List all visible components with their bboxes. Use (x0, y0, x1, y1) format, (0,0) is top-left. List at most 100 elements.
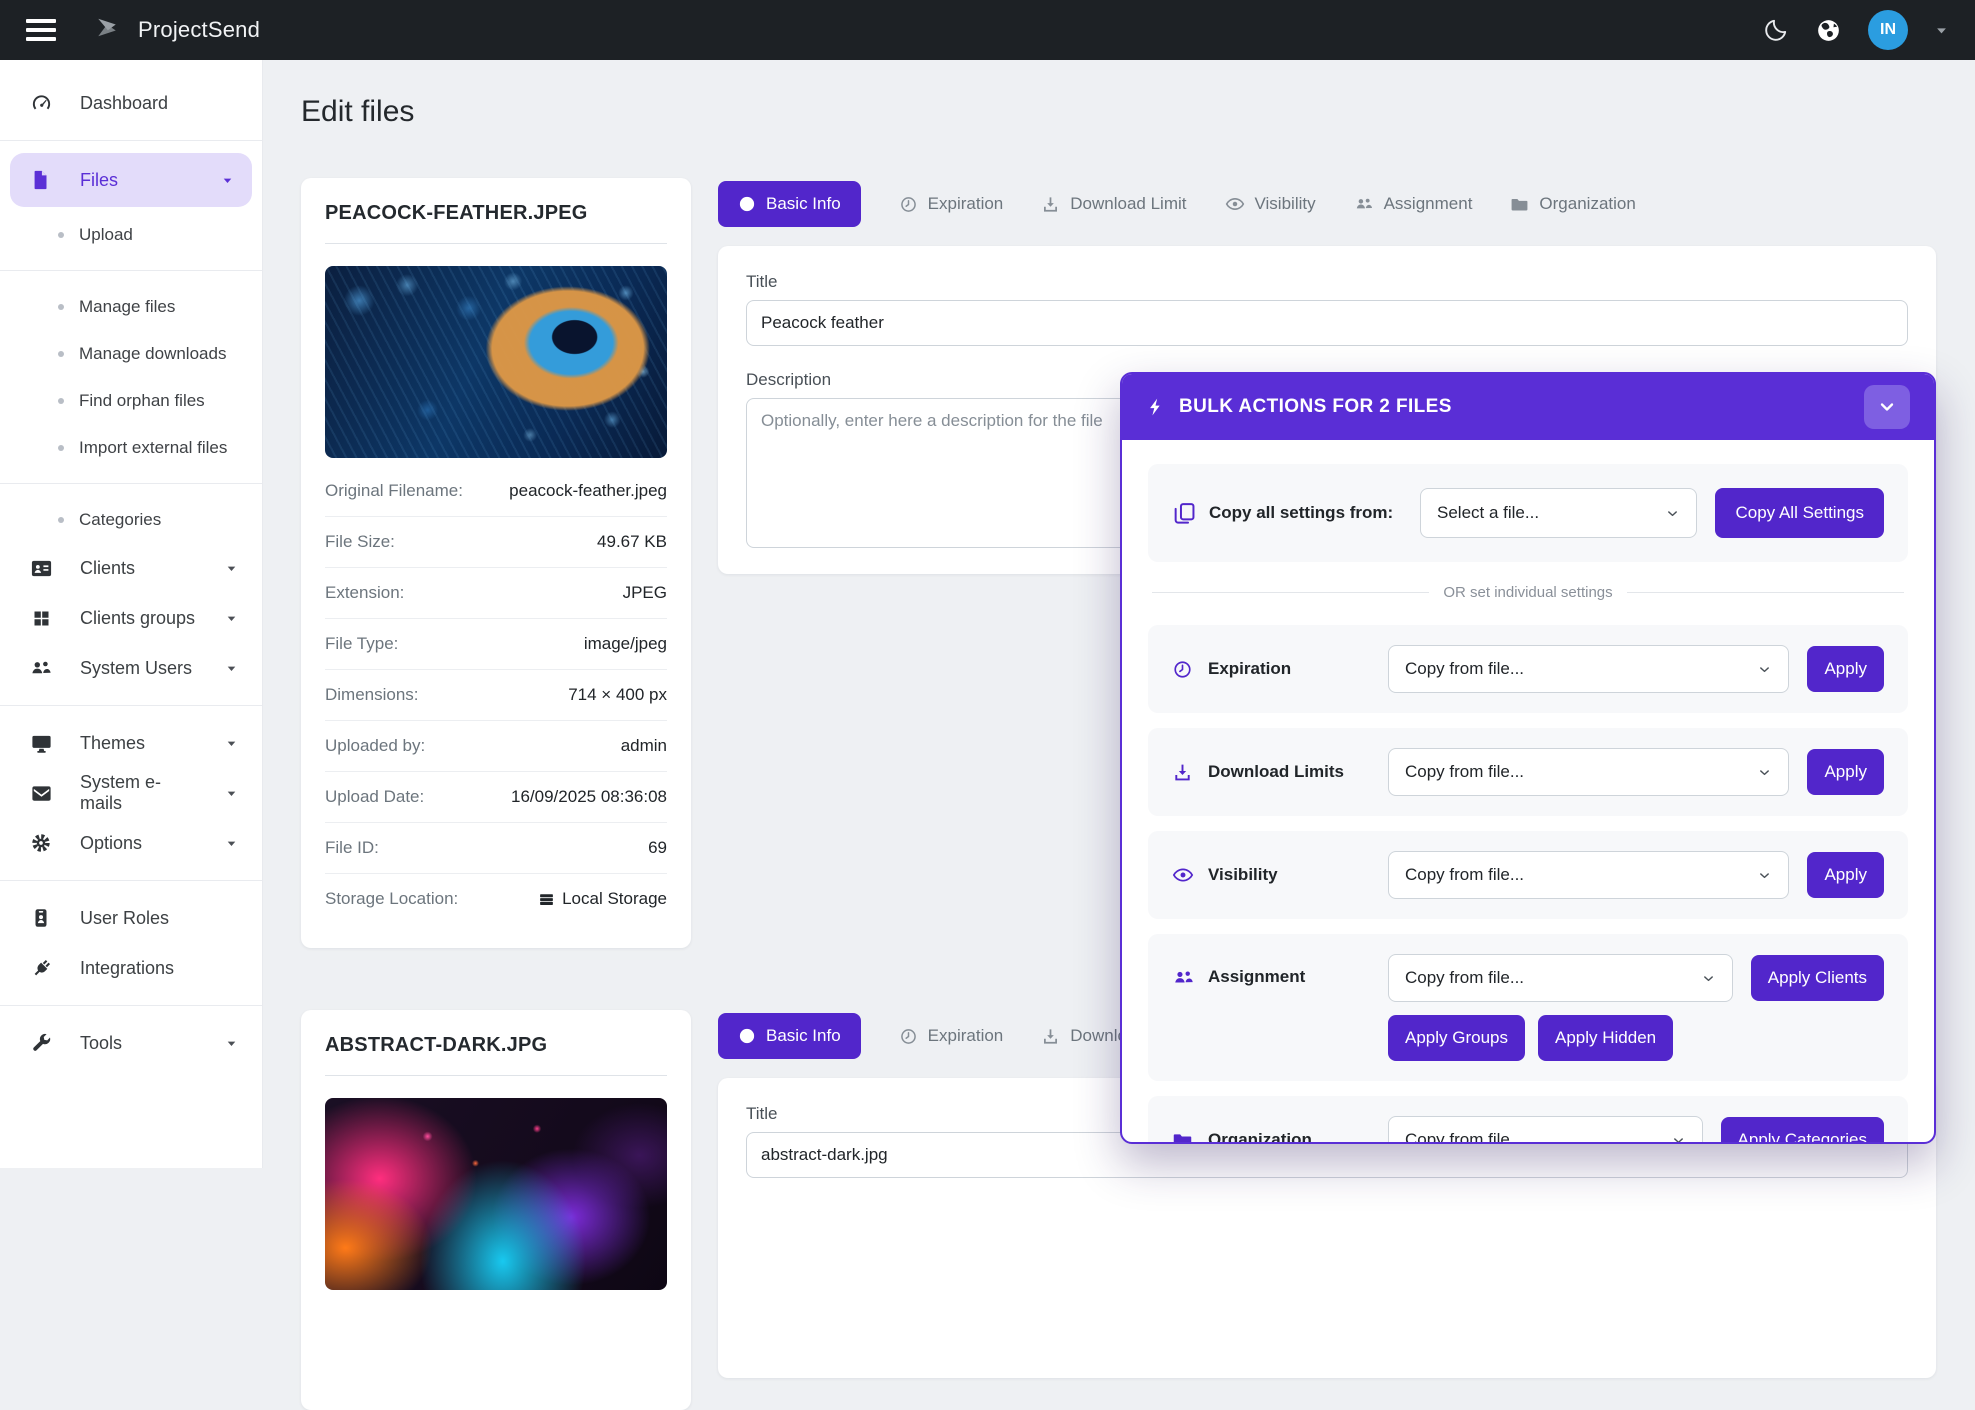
sidebar-divider (0, 270, 262, 271)
caret-down-icon (225, 612, 238, 625)
apply-visibility-button[interactable]: Apply (1807, 852, 1884, 898)
tab-visibility[interactable]: Visibility (1225, 194, 1316, 214)
caret-down-icon (225, 662, 238, 675)
tab-expiration[interactable]: Expiration (899, 1026, 1004, 1046)
sidebar-item-manage-files[interactable]: Manage files (0, 283, 262, 330)
title-input[interactable] (746, 300, 1908, 346)
file-metadata: Original Filename:peacock-feather.jpeg F… (325, 466, 667, 924)
meta-value: 49.67 KB (597, 532, 667, 552)
bulk-row-download-limits: Download Limits Copy from file... Apply (1148, 728, 1908, 816)
apply-hidden-button[interactable]: Apply Hidden (1538, 1015, 1673, 1061)
sidebar-item-tools[interactable]: Tools (0, 1018, 262, 1068)
sidebar-item-user-roles[interactable]: User Roles (0, 893, 262, 943)
sidebar-item-import-external-files[interactable]: Import external files (0, 424, 262, 471)
sidebar-item-files[interactable]: Files (10, 153, 252, 207)
tab-basic-info[interactable]: Basic Info (718, 181, 861, 227)
sidebar-item-upload[interactable]: Upload (0, 211, 262, 258)
meta-label: Uploaded by: (325, 736, 425, 756)
bulk-row-assignment: Assignment Copy from file... Apply Clien… (1148, 934, 1908, 1081)
sidebar-item-clients[interactable]: Clients (0, 543, 262, 593)
collapse-panel-button[interactable] (1864, 385, 1910, 429)
sidebar-item-label: Find orphan files (79, 391, 205, 411)
meta-label: File Size: (325, 532, 395, 552)
sidebar-item-categories[interactable]: Categories (0, 496, 262, 543)
file-icon (28, 169, 54, 191)
bulk-actions-header: BULK ACTIONS FOR 2 FILES (1122, 374, 1934, 440)
meta-label: File Type: (325, 634, 398, 654)
clock-icon (899, 1027, 918, 1046)
dark-mode-moon-icon[interactable] (1762, 17, 1789, 44)
visibility-copy-from-file-dropdown[interactable]: Copy from file... (1388, 851, 1789, 899)
meta-row: Uploaded by: admin (325, 721, 667, 772)
download-icon (1172, 762, 1196, 783)
sidebar-item-label: Integrations (80, 958, 174, 979)
gear-icon (28, 832, 54, 854)
chevron-down-icon (1757, 868, 1772, 883)
organization-copy-from-file-dropdown[interactable]: Copy from file... (1388, 1116, 1703, 1144)
user-avatar[interactable]: IN (1868, 10, 1908, 50)
sidebar-item-themes[interactable]: Themes (0, 718, 262, 768)
select-value: Copy from file... (1405, 762, 1524, 782)
eye-icon (1225, 194, 1245, 214)
file-thumbnail-peacock (325, 266, 667, 458)
sidebar-item-find-orphan-files[interactable]: Find orphan files (0, 377, 262, 424)
clock-icon (899, 195, 918, 214)
apply-expiration-button[interactable]: Apply (1807, 646, 1884, 692)
tab-expiration[interactable]: Expiration (899, 194, 1004, 214)
expiration-copy-from-file-dropdown[interactable]: Copy from file... (1388, 645, 1789, 693)
sidebar-item-manage-downloads[interactable]: Manage downloads (0, 330, 262, 377)
sidebar-item-label: Files (80, 170, 118, 191)
copy-all-settings-label-text: Copy all settings from: (1209, 502, 1393, 524)
sidebar-item-options[interactable]: Options (0, 818, 262, 868)
caret-down-icon (221, 174, 234, 187)
projectsend-logo-icon (92, 15, 122, 45)
sidebar-divider (0, 880, 262, 881)
tab-basic-info[interactable]: Basic Info (718, 1013, 861, 1059)
sidebar-item-integrations[interactable]: Integrations (0, 943, 262, 993)
file-card-title: PEACOCK-FEATHER.JPEG (325, 202, 667, 225)
assignment-copy-from-file-dropdown[interactable]: Copy from file... (1388, 954, 1733, 1002)
chevron-down-icon (1671, 1133, 1686, 1145)
sidebar-divider (0, 140, 262, 141)
apply-categories-button[interactable]: Apply Categories (1721, 1117, 1884, 1144)
organization-label: Organization (1172, 1129, 1370, 1144)
expiration-label: Expiration (1172, 658, 1370, 680)
page-title: Edit files (301, 95, 414, 129)
sidebar-item-system-emails[interactable]: System e-mails (0, 768, 262, 818)
folder-icon (1510, 195, 1529, 214)
apply-groups-button[interactable]: Apply Groups (1388, 1015, 1525, 1061)
sidebar-item-label: System e-mails (80, 772, 199, 814)
hamburger-menu-icon[interactable] (26, 19, 56, 41)
apply-download-limits-button[interactable]: Apply (1807, 749, 1884, 795)
apply-clients-button[interactable]: Apply Clients (1751, 955, 1884, 1001)
eye-icon (1172, 864, 1196, 886)
download-icon (1041, 195, 1060, 214)
meta-value-text: Local Storage (562, 889, 667, 909)
sidebar-item-system-users[interactable]: System Users (0, 643, 262, 693)
meta-label: Extension: (325, 583, 404, 603)
meta-row: File Type:image/jpeg (325, 619, 667, 670)
download-limits-copy-from-file-dropdown[interactable]: Copy from file... (1388, 748, 1789, 796)
sidebar-item-label: Themes (80, 733, 145, 754)
chevron-down-icon (1701, 971, 1716, 986)
copy-all-settings-button[interactable]: Copy All Settings (1715, 488, 1884, 538)
tab-organization[interactable]: Organization (1510, 194, 1635, 214)
meta-value: admin (621, 736, 667, 756)
language-globe-icon[interactable] (1815, 17, 1842, 44)
info-icon (738, 195, 756, 213)
sidebar-item-dashboard[interactable]: Dashboard (0, 78, 262, 128)
tab-download-limit[interactable]: Download Limit (1041, 194, 1186, 214)
bulk-row-organization: Organization Copy from file... Apply Cat… (1148, 1096, 1908, 1144)
tab-assignment[interactable]: Assignment (1354, 194, 1473, 214)
meta-value: 16/09/2025 08:36:08 (511, 787, 667, 807)
sidebar-item-label: Clients groups (80, 608, 195, 629)
user-menu-caret-icon[interactable] (1934, 23, 1949, 38)
select-a-file-dropdown[interactable]: Select a file... (1420, 488, 1697, 538)
meta-row: File Size: 49.67 KB (325, 517, 667, 568)
meta-value: JPEG (623, 583, 667, 603)
app-title: ProjectSend (138, 17, 260, 43)
sidebar-item-clients-groups[interactable]: Clients groups (0, 593, 262, 643)
select-value: Copy from file... (1405, 1130, 1524, 1144)
meta-label: Upload Date: (325, 787, 424, 807)
sidebar: Dashboard Files Upload Manage files Mana… (0, 60, 263, 1168)
